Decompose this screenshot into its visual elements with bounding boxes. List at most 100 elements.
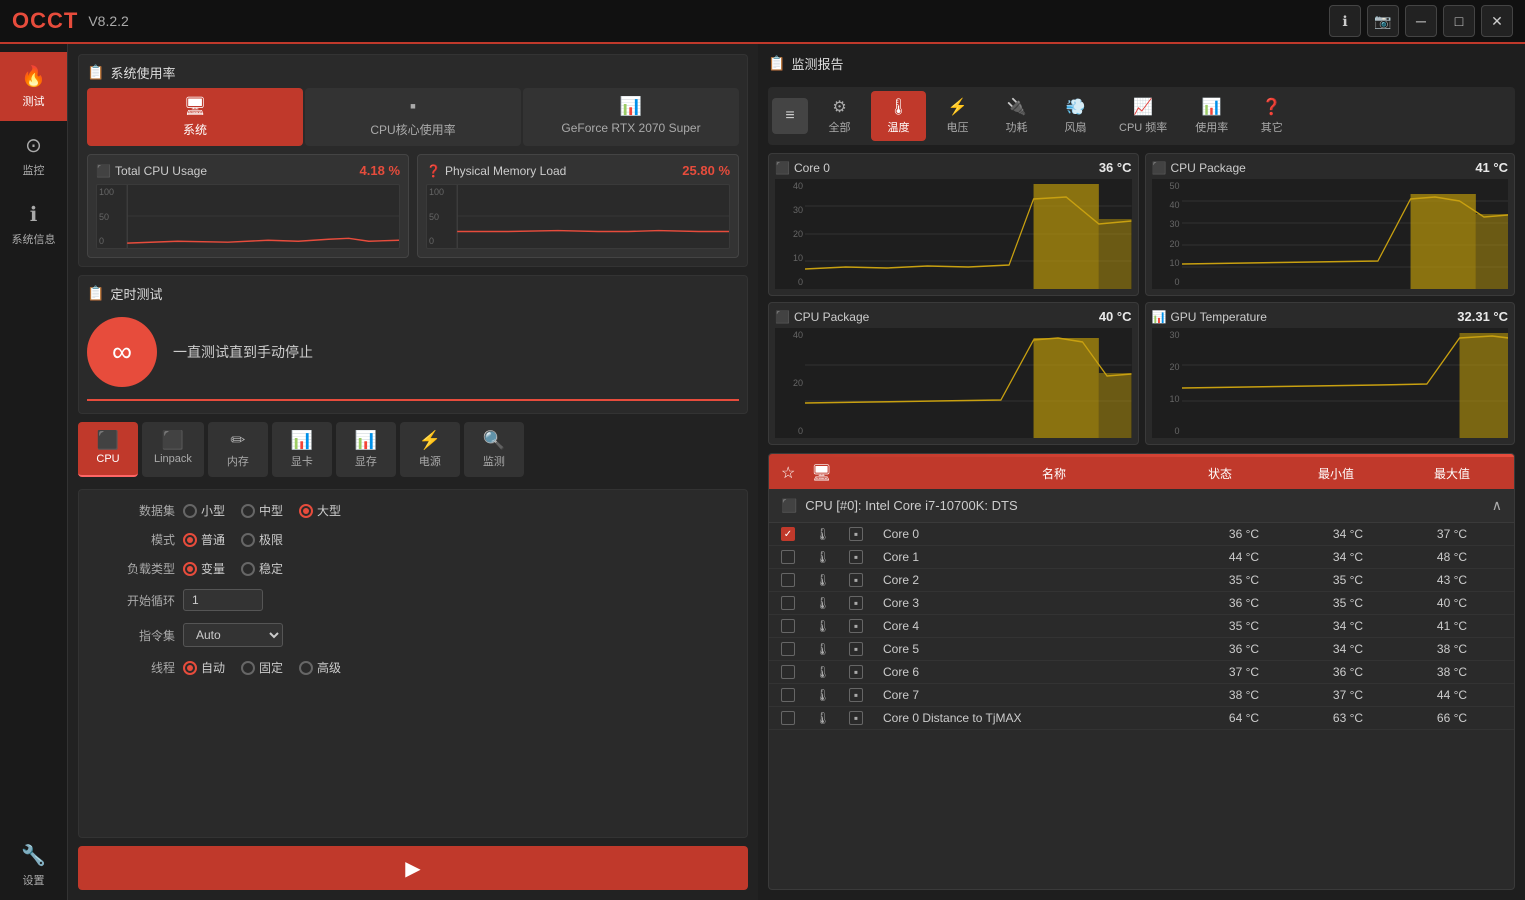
monitor-tab-temp[interactable]: 🌡 温度	[871, 91, 926, 141]
chart-cpupkg2-plot	[805, 328, 1132, 438]
monitor-tab-usage[interactable]: 📊 使用率	[1183, 91, 1240, 141]
cycle-row: 开始循环	[95, 589, 731, 611]
row8-check[interactable]	[781, 711, 795, 725]
tab-power[interactable]: ⚡ 电源	[400, 422, 460, 477]
row7-check[interactable]	[781, 688, 795, 702]
dataset-large[interactable]: 大型	[299, 502, 341, 519]
info-button[interactable]: ℹ	[1329, 5, 1361, 37]
cpu-metric-title: ⬛ Total CPU Usage	[96, 164, 207, 178]
dataset-large-radio[interactable]	[299, 504, 313, 518]
cycle-input[interactable]	[183, 589, 263, 611]
collapse-icon[interactable]: ∧	[1492, 497, 1502, 514]
monitor-tab-freq[interactable]: 📈 CPU 频率	[1107, 91, 1179, 141]
row6-check[interactable]	[781, 665, 795, 679]
row1-check[interactable]	[781, 550, 795, 564]
thread-advanced-radio[interactable]	[299, 661, 313, 675]
cpu-tab-label: CPU	[96, 453, 119, 465]
thread-row: 线程 自动 固定 高级	[95, 659, 731, 676]
row0-max: 37 °C	[1402, 527, 1502, 541]
maximize-button[interactable]: □	[1443, 5, 1475, 37]
chart-gpu-temp-header: 📊 GPU Temperature 32.31 °C	[1152, 309, 1509, 324]
minimize-button[interactable]: ─	[1405, 5, 1437, 37]
sidebar-label-settings: 设置	[23, 872, 45, 888]
load-variable[interactable]: 变量	[183, 560, 225, 577]
row4-monitor-icon[interactable]: ▪	[849, 619, 863, 633]
tab-vram[interactable]: 📊 显存	[336, 422, 396, 477]
sidebar-item-sysinfo[interactable]: ℹ 系统信息	[0, 190, 67, 259]
row0-temp-icon: 🌡	[815, 527, 845, 541]
display-icon[interactable]: 🖥	[811, 463, 831, 483]
monitor-tab-voltage[interactable]: ⚡ 电压	[930, 91, 985, 141]
cpu-group-icon: ⬛	[781, 498, 797, 514]
star-icon[interactable]: ☆	[781, 463, 795, 483]
row5-monitor-icon[interactable]: ▪	[849, 642, 863, 656]
thread-auto[interactable]: 自动	[183, 659, 225, 676]
load-radio-group: 变量 稳定	[183, 560, 283, 577]
row2-name: Core 2	[883, 573, 1190, 587]
sidebar-label-monitor: 监控	[23, 162, 45, 178]
row1-monitor-icon[interactable]: ▪	[849, 550, 863, 564]
sidebar-item-settings[interactable]: 🔧 设置	[0, 831, 67, 900]
tab-cpu[interactable]: ⬛ CPU	[78, 422, 138, 477]
mode-normal-radio[interactable]	[183, 533, 197, 547]
row3-check[interactable]	[781, 596, 795, 610]
other-tab-icon: ❓	[1262, 97, 1282, 117]
mode-extreme-radio[interactable]	[241, 533, 255, 547]
tab-linpack[interactable]: ⬛ Linpack	[142, 422, 204, 477]
dataset-small[interactable]: 小型	[183, 502, 225, 519]
monitor-tab-all[interactable]: ⚙ 全部	[812, 91, 867, 141]
load-stable-radio[interactable]	[241, 562, 255, 576]
cpu-chart-labels: 100 50 0	[99, 185, 114, 248]
monitor-tab-power[interactable]: 🔌 功耗	[989, 91, 1044, 141]
sidebar-item-test[interactable]: 🔥 测试	[0, 52, 67, 121]
tab-monitor[interactable]: 🔍 监测	[464, 422, 524, 477]
infinity-button[interactable]: ∞	[87, 317, 157, 387]
monitor-tab-fan[interactable]: 💨 风扇	[1048, 91, 1103, 141]
screenshot-button[interactable]: 📷	[1367, 5, 1399, 37]
usage-tab-label: 使用率	[1195, 119, 1228, 135]
timed-test-label: 一直测试直到手动停止	[173, 342, 313, 362]
test-type-tabs: ⬛ CPU ⬛ Linpack ✏ 内存 📊 显卡 📊 显存	[78, 422, 748, 481]
row0-monitor-icon[interactable]: ▪	[849, 527, 863, 541]
monitor-tab-menu[interactable]: ≡	[772, 98, 808, 134]
dataset-medium[interactable]: 中型	[241, 502, 283, 519]
row8-monitor-icon[interactable]: ▪	[849, 711, 863, 725]
tab-gpu[interactable]: 📊 显卡	[272, 422, 332, 477]
tab-memory[interactable]: ✏ 内存	[208, 422, 268, 477]
start-button[interactable]: ▶	[78, 846, 748, 890]
monitor-tab-other[interactable]: ❓ 其它	[1244, 91, 1299, 141]
thread-auto-radio[interactable]	[183, 661, 197, 675]
sidebar-item-monitor[interactable]: ⊙ 监控	[0, 121, 67, 190]
row7-monitor-icon[interactable]: ▪	[849, 688, 863, 702]
timed-test-panel: 📋 定时测试 ∞ 一直测试直到手动停止	[78, 275, 748, 414]
table-toolbar: ☆ 🖥 名称 状态 最小值 最大值	[769, 457, 1514, 489]
thread-fixed-radio[interactable]	[241, 661, 255, 675]
row2-check[interactable]	[781, 573, 795, 587]
close-button[interactable]: ✕	[1481, 5, 1513, 37]
thread-fixed[interactable]: 固定	[241, 659, 283, 676]
mode-normal[interactable]: 普通	[183, 531, 225, 548]
row5-name: Core 5	[883, 642, 1190, 656]
row6-monitor-icon[interactable]: ▪	[849, 665, 863, 679]
row4-check[interactable]	[781, 619, 795, 633]
thread-advanced[interactable]: 高级	[299, 659, 341, 676]
load-variable-radio[interactable]	[183, 562, 197, 576]
row2-monitor-icon[interactable]: ▪	[849, 573, 863, 587]
load-stable[interactable]: 稳定	[241, 560, 283, 577]
dataset-medium-radio[interactable]	[241, 504, 255, 518]
config-area: 数据集 小型 中型 大型	[78, 489, 748, 838]
tab-gpu[interactable]: 📊 GeForce RTX 2070 Super	[523, 88, 739, 146]
sidebar-label-test: 测试	[23, 93, 45, 109]
row0-check[interactable]: ✓	[781, 527, 795, 541]
instruction-select[interactable]: Auto	[183, 623, 283, 647]
table-scroll[interactable]: ✓ 🌡 ▪ Core 0 36 °C 34 °C 37 °C 🌡 ▪ Core …	[769, 523, 1514, 889]
row5-check[interactable]	[781, 642, 795, 656]
mode-extreme[interactable]: 极限	[241, 531, 283, 548]
chart-gpu-temp-title: 📊 GPU Temperature	[1152, 310, 1267, 324]
dataset-small-radio[interactable]	[183, 504, 197, 518]
tab-system[interactable]: 🖥 系统	[87, 88, 303, 146]
row4-min: 34 °C	[1298, 619, 1398, 633]
mem-metric-card: ❓ Physical Memory Load 25.80 % 100	[417, 154, 739, 258]
tab-cpu-cores[interactable]: ▪ CPU核心使用率	[305, 88, 521, 146]
row3-monitor-icon[interactable]: ▪	[849, 596, 863, 610]
